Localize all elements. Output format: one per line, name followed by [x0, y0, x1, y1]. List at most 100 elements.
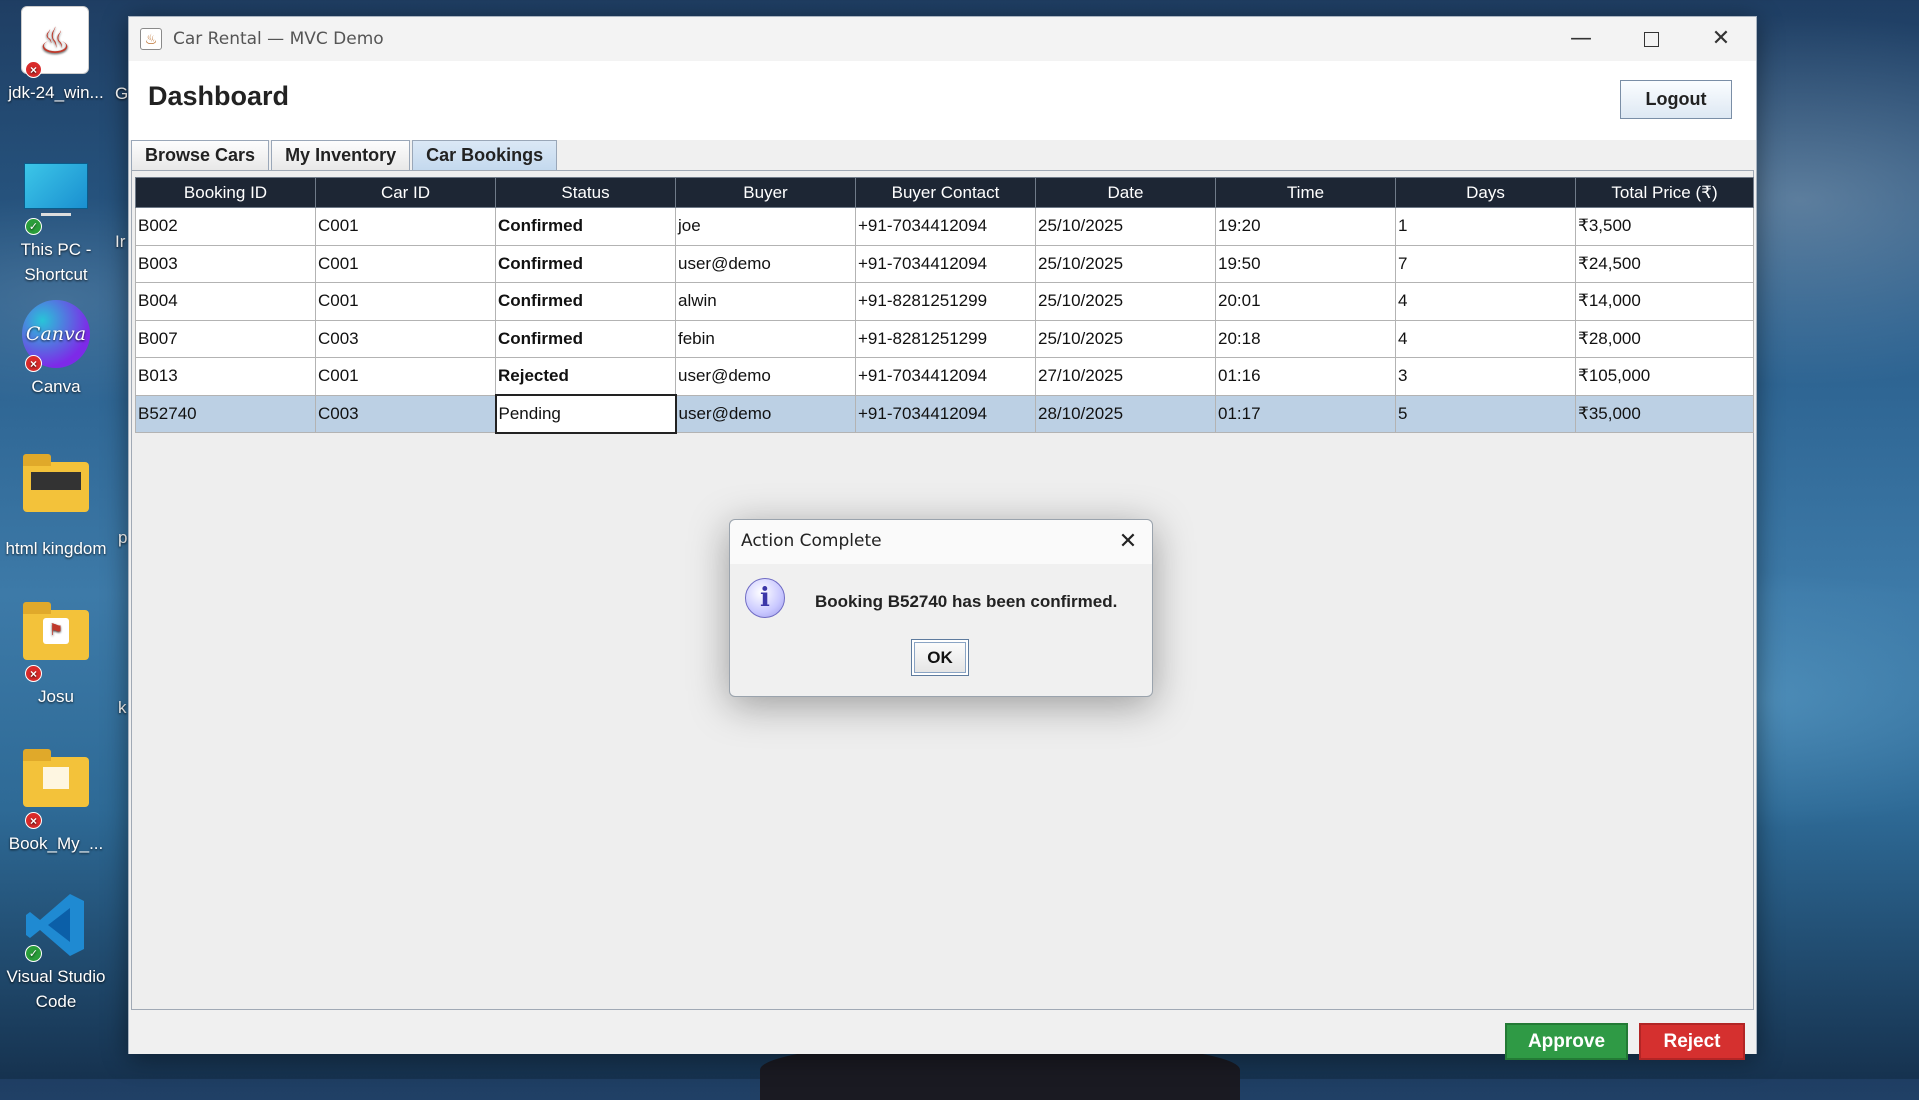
error-badge-icon: × — [25, 665, 42, 682]
price-cell: ₹35,000 — [1575, 394, 1754, 433]
desktop-icon-html-kingdom[interactable]: html kingdom — [0, 450, 112, 561]
desktop-icon-label: jdk-24_win... — [8, 83, 104, 102]
tab-my-inventory[interactable]: My Inventory — [271, 140, 411, 170]
booking-id-cell: B002 — [135, 207, 316, 246]
column-header-status[interactable]: Status — [495, 177, 676, 208]
ok-button[interactable]: OK — [911, 639, 969, 676]
contact-cell: +91-7034412094 — [855, 394, 1036, 433]
logout-button[interactable]: Logout — [1620, 80, 1732, 119]
dialog-title: Action Complete — [741, 531, 882, 551]
date-cell: 27/10/2025 — [1035, 357, 1216, 396]
status-cell[interactable]: Pending — [494, 394, 677, 434]
action-complete-dialog: Action Complete ✕ i Booking B52740 has b… — [729, 519, 1153, 697]
days-cell: 4 — [1395, 282, 1576, 321]
column-header-buyer[interactable]: Buyer — [675, 177, 856, 208]
status-cell: Rejected — [495, 357, 676, 396]
price-cell: ₹24,500 — [1575, 244, 1754, 283]
booking-id-cell: B52740 — [135, 394, 316, 433]
contact-cell: +91-7034412094 — [855, 244, 1036, 283]
info-icon: i — [745, 578, 785, 618]
table-row[interactable]: B013 C001 Rejected user@demo +91-7034412… — [135, 357, 1754, 396]
date-cell: 25/10/2025 — [1035, 282, 1216, 321]
cut-off-label: Ir — [115, 232, 126, 251]
column-header-days[interactable]: Days — [1395, 177, 1576, 208]
status-cell: Confirmed — [495, 207, 676, 246]
cut-off-label: k — [118, 698, 127, 717]
buyer-cell: alwin — [675, 282, 856, 321]
time-cell: 01:17 — [1215, 394, 1396, 433]
tab-car-bookings[interactable]: Car Bookings — [412, 140, 558, 170]
car-id-cell: C001 — [315, 207, 496, 246]
sync-ok-badge-icon: ✓ — [25, 218, 42, 235]
dashboard-header: Dashboard Logout — [129, 61, 1756, 140]
tab-browse-cars[interactable]: Browse Cars — [131, 140, 270, 170]
buyer-cell: user@demo — [675, 357, 856, 396]
days-cell: 7 — [1395, 244, 1576, 283]
time-cell: 20:01 — [1215, 282, 1396, 321]
days-cell: 4 — [1395, 319, 1576, 358]
desktop-icon-jdk[interactable]: ♨ × jdk-24_win... — [0, 6, 112, 105]
java-installer-icon: ♨ × — [21, 6, 91, 78]
desktop-icon-label: Josu — [38, 687, 74, 706]
table-row[interactable]: B002 C001 Confirmed joe +91-7034412094 2… — [135, 207, 1754, 246]
column-header-booking-id[interactable]: Booking ID — [135, 177, 316, 208]
table-row-selected[interactable]: B52740 C003 Pending user@demo +91-703441… — [135, 394, 1754, 434]
booking-id-cell: B003 — [135, 244, 316, 283]
cut-off-label: G — [115, 84, 129, 103]
folder-icon: × — [21, 749, 91, 829]
buyer-cell: user@demo — [675, 244, 856, 283]
time-cell: 19:50 — [1215, 244, 1396, 283]
status-cell: Confirmed — [495, 282, 676, 321]
error-badge-icon: × — [25, 812, 42, 829]
folder-icon: ⚑ × — [21, 602, 91, 682]
status-cell: Confirmed — [495, 319, 676, 358]
desktop-icon-label: html kingdom — [5, 539, 107, 558]
desktop-icon-josu[interactable]: ⚑ × Josu — [0, 598, 112, 709]
column-header-buyer-contact[interactable]: Buyer Contact — [855, 177, 1036, 208]
desktop-icon-label: This PC - Shortcut — [20, 240, 92, 284]
time-cell: 01:16 — [1215, 357, 1396, 396]
desktop-icon-label: Book_My_... — [8, 834, 104, 853]
column-header-car-id[interactable]: Car ID — [315, 177, 496, 208]
date-cell: 28/10/2025 — [1035, 394, 1216, 433]
price-cell: ₹14,000 — [1575, 282, 1754, 321]
table-row[interactable]: B003 C001 Confirmed user@demo +91-703441… — [135, 244, 1754, 283]
window-titlebar[interactable]: ♨ Car Rental — MVC Demo — ✕ — [129, 17, 1756, 61]
desktop-icon-book-my[interactable]: × Book_My_... — [0, 745, 112, 856]
minimize-button[interactable]: — — [1546, 17, 1616, 61]
sync-ok-badge-icon: ✓ — [25, 945, 42, 962]
maximize-button[interactable] — [1616, 17, 1686, 61]
car-id-cell: C003 — [315, 394, 496, 433]
java-app-icon: ♨ — [140, 28, 162, 50]
desktop-icon-this-pc[interactable]: ✓ This PC - Shortcut — [0, 160, 112, 287]
days-cell: 3 — [1395, 357, 1576, 396]
days-cell: 5 — [1395, 394, 1576, 433]
desktop-icon-vscode[interactable]: ✓ Visual Studio Code — [0, 890, 112, 1014]
error-badge-icon: × — [25, 61, 42, 78]
column-header-time[interactable]: Time — [1215, 177, 1396, 208]
price-cell: ₹3,500 — [1575, 207, 1754, 246]
table-row[interactable]: B007 C003 Confirmed febin +91-8281251299… — [135, 319, 1754, 358]
contact-cell: +91-8281251299 — [855, 282, 1036, 321]
column-header-date[interactable]: Date — [1035, 177, 1216, 208]
canva-icon: Canva × — [21, 300, 91, 372]
close-button[interactable]: ✕ — [1686, 17, 1756, 61]
car-id-cell: C001 — [315, 357, 496, 396]
buyer-cell: user@demo — [675, 394, 856, 433]
car-id-cell: C003 — [315, 319, 496, 358]
booking-id-cell: B004 — [135, 282, 316, 321]
column-header-total-price[interactable]: Total Price (₹) — [1575, 177, 1754, 208]
reject-button[interactable]: Reject — [1639, 1023, 1745, 1060]
approve-button[interactable]: Approve — [1505, 1023, 1628, 1060]
table-row[interactable]: B004 C001 Confirmed alwin +91-8281251299… — [135, 282, 1754, 321]
time-cell: 19:20 — [1215, 207, 1396, 246]
desktop-icon-label: Canva — [31, 377, 81, 396]
bookings-table: Booking ID Car ID Status Buyer Buyer Con… — [135, 177, 1754, 434]
date-cell: 25/10/2025 — [1035, 207, 1216, 246]
table-header-row: Booking ID Car ID Status Buyer Buyer Con… — [135, 177, 1754, 208]
dialog-close-button[interactable]: ✕ — [1112, 526, 1144, 558]
desktop-icon-canva[interactable]: Canva × Canva — [0, 300, 112, 399]
dialog-titlebar[interactable]: Action Complete ✕ — [730, 520, 1152, 564]
dialog-message: Booking B52740 has been confirmed. — [815, 592, 1118, 611]
booking-id-cell: B013 — [135, 357, 316, 396]
